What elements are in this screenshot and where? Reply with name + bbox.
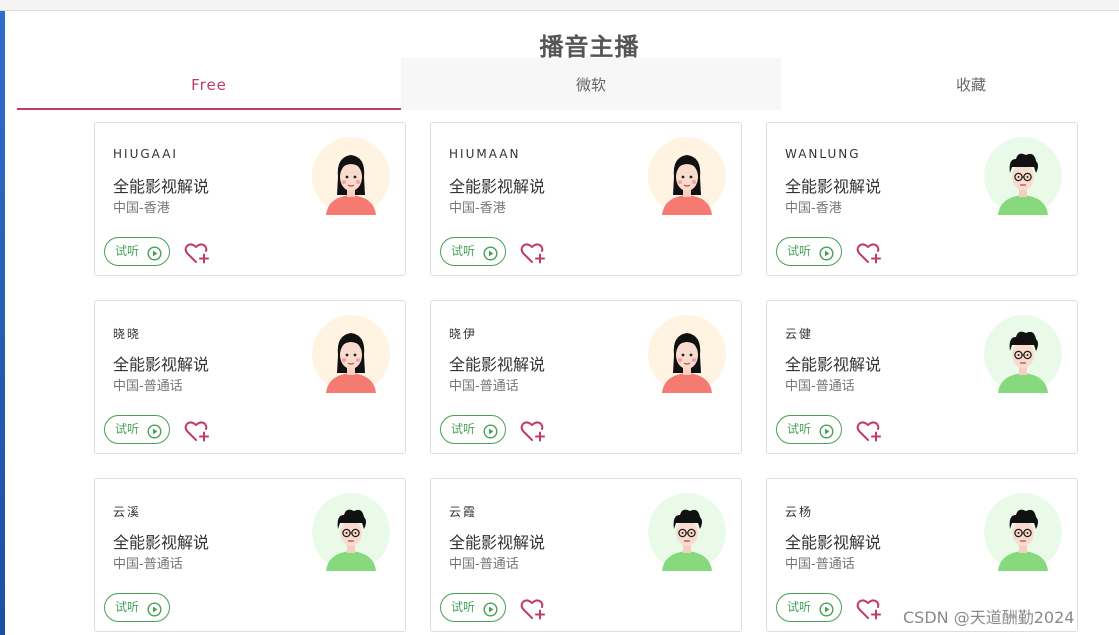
voice-description: 全能影视解说	[449, 177, 546, 196]
voice-card: 晓伊全能影视解说中国-普通话 试听	[430, 300, 742, 454]
tab-microsoft-label: 微软	[575, 76, 606, 94]
voice-description: 全能影视解说	[113, 355, 210, 374]
voice-name: HIUGAAI	[113, 147, 178, 161]
listen-label: 试听	[451, 244, 476, 258]
voice-region: 中国-香港	[113, 201, 170, 216]
voice-name: 晓伊	[449, 327, 478, 341]
voice-description: 全能影视解说	[113, 533, 210, 552]
listen-label: 试听	[787, 422, 812, 436]
listen-label: 试听	[115, 600, 140, 614]
voice-description: 全能影视解说	[785, 355, 882, 374]
female-avatar-icon	[312, 137, 390, 215]
voice-card: HIUMAAN 全能影视解说中国-香港试听	[430, 122, 742, 276]
female-avatar-icon	[312, 315, 390, 393]
listen-label: 试听	[115, 422, 140, 436]
add-favorite-heart-icon[interactable]	[856, 597, 882, 621]
male-avatar-icon	[648, 493, 726, 571]
listen-button[interactable]: 试听	[104, 237, 170, 266]
listen-label: 试听	[451, 600, 476, 614]
play-icon	[147, 244, 162, 261]
voice-region: 中国-普通话	[785, 557, 855, 572]
voice-name: 云溪	[113, 505, 142, 519]
voice-region: 中国-普通话	[449, 557, 519, 572]
tab-free[interactable]: Free	[17, 58, 401, 110]
female-avatar-icon	[648, 315, 726, 393]
voice-card: 云溪全能影视解说中国-普通话 试听	[94, 478, 406, 632]
voice-card: 晓晓全能影视解说中国-普通话 试听	[94, 300, 406, 454]
play-icon	[819, 600, 834, 617]
listen-button[interactable]: 试听	[104, 415, 170, 444]
listen-button[interactable]: 试听	[104, 593, 170, 622]
voice-description: 全能影视解说	[785, 533, 882, 552]
add-favorite-heart-icon[interactable]	[184, 241, 210, 265]
page-title: 播音主播	[539, 33, 640, 61]
play-icon	[819, 244, 834, 261]
female-avatar-icon	[648, 137, 726, 215]
listen-label: 试听	[115, 244, 140, 258]
voice-region: 中国-香港	[785, 201, 842, 216]
tab-microsoft[interactable]: 微软	[401, 58, 781, 110]
listen-button[interactable]: 试听	[776, 237, 842, 266]
add-favorite-heart-icon[interactable]	[520, 419, 546, 443]
voice-name: 云杨	[785, 505, 814, 519]
add-favorite-heart-icon[interactable]	[520, 597, 546, 621]
add-favorite-heart-icon[interactable]	[520, 241, 546, 265]
voice-region: 中国-普通话	[785, 379, 855, 394]
voice-description: 全能影视解说	[785, 177, 882, 196]
add-favorite-heart-icon[interactable]	[856, 241, 882, 265]
listen-button[interactable]: 试听	[440, 593, 506, 622]
voice-card: HIUGAAI 全能影视解说中国-香港试听	[94, 122, 406, 276]
listen-label: 试听	[451, 422, 476, 436]
listen-button[interactable]: 试听	[440, 237, 506, 266]
active-tab-underline	[17, 108, 401, 110]
desktop-edge	[0, 0, 5, 635]
male-avatar-icon	[984, 137, 1062, 215]
listen-label: 试听	[787, 600, 812, 614]
listen-button[interactable]: 试听	[776, 593, 842, 622]
tab-free-label: Free	[191, 76, 227, 94]
voice-region: 中国-普通话	[449, 379, 519, 394]
listen-button[interactable]: 试听	[440, 415, 506, 444]
voice-name: 晓晓	[113, 327, 142, 341]
watermark: CSDN @天道酬勤2024	[903, 608, 1075, 627]
play-icon	[147, 422, 162, 439]
voice-card: 云健全能影视解说中国-普通话 试听	[766, 300, 1078, 454]
tab-favorites-label: 收藏	[955, 76, 986, 94]
play-icon	[147, 600, 162, 617]
voice-region: 中国-普通话	[113, 557, 183, 572]
voice-name: HIUMAAN	[449, 147, 521, 161]
male-avatar-icon	[312, 493, 390, 571]
play-icon	[483, 422, 498, 439]
voice-card: 云霞全能影视解说中国-普通话 试听	[430, 478, 742, 632]
listen-button[interactable]: 试听	[776, 415, 842, 444]
add-favorite-heart-icon[interactable]	[184, 419, 210, 443]
voice-region: 中国-香港	[449, 201, 506, 216]
tab-bar: Free 微软 收藏	[17, 58, 1119, 110]
browser-top-bar	[0, 0, 1119, 11]
play-icon	[483, 244, 498, 261]
male-avatar-icon	[984, 493, 1062, 571]
listen-label: 试听	[787, 244, 812, 258]
voice-name: 云霞	[449, 505, 478, 519]
voice-description: 全能影视解说	[113, 177, 210, 196]
voice-description: 全能影视解说	[449, 533, 546, 552]
voice-card: WANLUNG 全能影视解说中国-香港试听	[766, 122, 1078, 276]
voice-region: 中国-普通话	[113, 379, 183, 394]
voice-description: 全能影视解说	[449, 355, 546, 374]
play-icon	[483, 600, 498, 617]
male-avatar-icon	[984, 315, 1062, 393]
voice-name: WANLUNG	[785, 147, 861, 161]
voice-name: 云健	[785, 327, 814, 341]
add-favorite-heart-icon[interactable]	[856, 419, 882, 443]
tab-favorites[interactable]: 收藏	[781, 58, 1119, 110]
play-icon	[819, 422, 834, 439]
